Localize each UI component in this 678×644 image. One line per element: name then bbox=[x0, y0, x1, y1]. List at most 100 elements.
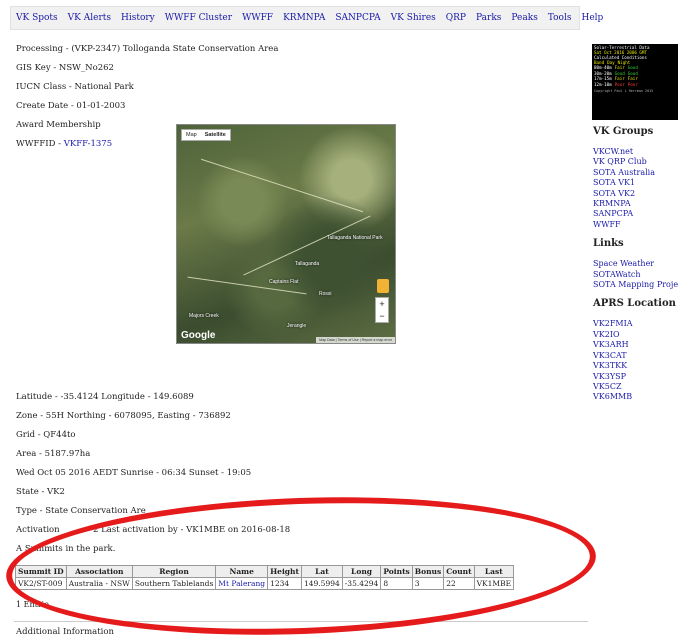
processing-line: Processing - (VKP-2347) Tolloganda State… bbox=[16, 44, 279, 54]
cell-region: Southern Tablelands bbox=[131, 577, 217, 590]
cell-last: VK1MBE bbox=[473, 577, 515, 590]
aprs-callsign-link[interactable]: VK2IO bbox=[593, 330, 620, 339]
group-link[interactable]: VKCW.net bbox=[593, 147, 633, 156]
group-link[interactable]: SANPCPA bbox=[593, 209, 633, 218]
cell-count: 22 bbox=[443, 577, 475, 590]
right-sidebar: VK Groups VKCW.net VK QRP Club SOTA Aust… bbox=[593, 126, 678, 411]
nav-krmnpa[interactable]: KRMNPA bbox=[283, 13, 325, 23]
activation-label: Activation bbox=[16, 525, 60, 535]
state-line: State - VK2 bbox=[16, 487, 65, 497]
vk-groups-heading: VK Groups bbox=[593, 126, 654, 137]
nav-parks[interactable]: Parks bbox=[476, 13, 501, 23]
group-link[interactable]: SOTA Australia bbox=[593, 168, 655, 177]
lat-long: Latitude - -35.4124 Longitude - 149.6089 bbox=[16, 392, 194, 402]
cell-lat: 149.5994 bbox=[300, 577, 343, 590]
activation-line: Activation 2 Last activation by - VK1MBE… bbox=[16, 521, 290, 540]
map-label: Jerangle bbox=[287, 323, 307, 329]
create-date: Create Date - 01-01-2003 bbox=[16, 101, 126, 111]
wwffid-link[interactable]: VKFF-1375 bbox=[64, 139, 112, 149]
gis-key: GIS Key - NSW_No262 bbox=[16, 63, 114, 73]
street-view-pegman-icon[interactable] bbox=[377, 279, 389, 293]
col-name: Name bbox=[215, 565, 269, 578]
solar-band: 12m-10m bbox=[594, 81, 612, 87]
col-lat: Lat bbox=[300, 565, 343, 578]
nav-qrp[interactable]: QRP bbox=[446, 13, 466, 23]
cell-long: -35.4294 bbox=[341, 577, 382, 590]
map-label: Majors Creek bbox=[189, 313, 219, 319]
links-heading: Links bbox=[593, 238, 624, 250]
col-region: Region bbox=[131, 565, 217, 578]
table-header-row: Summit ID Association Region Name Height… bbox=[15, 565, 515, 578]
cell-points: 8 bbox=[380, 577, 413, 590]
solar-footer: Copyright Paul L Herrman 2015 bbox=[594, 89, 654, 94]
aprs-callsign-link[interactable]: VK5CZ bbox=[593, 382, 622, 391]
col-association: Association bbox=[65, 565, 133, 578]
aprs-location-heading: APRS Location bbox=[593, 298, 676, 310]
cell-bonus: 3 bbox=[411, 577, 445, 590]
nav-peaks[interactable]: Peaks bbox=[511, 13, 537, 23]
map-label: Tallaganda National Park bbox=[327, 235, 383, 241]
nav-wwff-cluster[interactable]: WWFF Cluster bbox=[165, 13, 232, 23]
activation-detail: 2 Last activation by - VK1MBE on 2016-08… bbox=[93, 525, 291, 535]
nav-help[interactable]: Help bbox=[581, 13, 603, 23]
solar-terrestrial-widget[interactable]: Solar-Terrestrial Data Sat Oct 2016 2006… bbox=[592, 44, 678, 120]
aprs-callsign-link[interactable]: VK2FMIA bbox=[593, 319, 633, 328]
zoom-in-button[interactable]: + bbox=[376, 298, 388, 310]
aprs-callsign-link[interactable]: VK3ARH bbox=[593, 340, 629, 349]
park-map[interactable]: Map Satellite Tallaganda Tallaganda Nati… bbox=[176, 124, 396, 344]
divider bbox=[14, 621, 588, 622]
nav-tools[interactable]: Tools bbox=[548, 13, 572, 23]
aprs-callsign-link[interactable]: VK3YSP bbox=[593, 372, 626, 381]
map-label: Rossi bbox=[319, 291, 332, 297]
cell-name: Mt Palerang bbox=[215, 577, 269, 590]
col-summit-id: Summit ID bbox=[15, 565, 67, 578]
map-attribution[interactable]: Map Data | Terms of Use | Report a map e… bbox=[316, 337, 395, 343]
zoom-out-button[interactable]: − bbox=[376, 310, 388, 322]
cell-height: 1234 bbox=[267, 577, 302, 590]
grid-line: Grid - QF44to bbox=[16, 430, 76, 440]
external-link[interactable]: SOTA Mapping Project bbox=[593, 280, 678, 289]
nav-wwff[interactable]: WWFF bbox=[242, 13, 273, 23]
google-logo: Google bbox=[181, 330, 216, 341]
summit-name-link[interactable]: Mt Palerang bbox=[218, 579, 265, 588]
area-line: Area - 5187.97ha bbox=[16, 449, 91, 459]
group-link[interactable]: SOTA VK2 bbox=[593, 189, 635, 198]
summits-table: Summit ID Association Region Name Height… bbox=[15, 565, 515, 590]
nav-vk-spots[interactable]: VK Spots bbox=[16, 13, 58, 23]
iucn-class: IUCN Class - National Park bbox=[16, 82, 134, 92]
col-long: Long bbox=[341, 565, 382, 578]
group-link[interactable]: KRMNPA bbox=[593, 199, 631, 208]
park-location-info: Latitude - -35.4124 Longitude - 149.6089… bbox=[16, 388, 290, 559]
col-count: Count bbox=[443, 565, 475, 578]
col-points: Points bbox=[380, 565, 413, 578]
aprs-callsign-link[interactable]: VK3CAT bbox=[593, 351, 627, 360]
sun-times: Wed Oct 05 2016 AEDT Sunrise - 06:34 Sun… bbox=[16, 468, 252, 478]
map-road bbox=[201, 158, 363, 213]
aprs-list: VK2FMIA VK2IO VK3ARH VK3CAT VK3TKK VK3YS… bbox=[593, 319, 678, 402]
top-nav: VK Spots VK Alerts History WWFF Cluster … bbox=[10, 6, 603, 30]
external-link[interactable]: SOTAWatch bbox=[593, 270, 641, 279]
zone-line: Zone - 55H Northing - 6078095, Easting -… bbox=[16, 411, 231, 421]
wwffid-label: WWFFID - bbox=[16, 139, 64, 149]
zoom-control: + − bbox=[375, 297, 389, 323]
satellite-button[interactable]: Satellite bbox=[201, 130, 230, 140]
col-last: Last bbox=[473, 565, 515, 578]
nav-vk-shires[interactable]: VK Shires bbox=[391, 13, 436, 23]
table-row: VK2/ST-009 Australia - NSW Southern Tabl… bbox=[15, 577, 515, 590]
vk-groups-list: VKCW.net VK QRP Club SOTA Australia SOTA… bbox=[593, 147, 678, 230]
aprs-callsign-link[interactable]: VK6MMB bbox=[593, 392, 632, 401]
nav-history[interactable]: History bbox=[121, 13, 155, 23]
nav-sanpcpa[interactable]: SANPCPA bbox=[335, 13, 380, 23]
aprs-callsign-link[interactable]: VK3TKK bbox=[593, 361, 627, 370]
map-button[interactable]: Map bbox=[182, 130, 201, 140]
group-link[interactable]: WWFF bbox=[593, 220, 621, 229]
external-link[interactable]: Space Weather bbox=[593, 259, 654, 268]
group-link[interactable]: VK QRP Club bbox=[593, 157, 647, 166]
cell-association: Australia - NSW bbox=[65, 577, 133, 590]
nav-vk-alerts[interactable]: VK Alerts bbox=[68, 13, 111, 23]
solar-night: Poor bbox=[627, 81, 638, 87]
map-type-toggle: Map Satellite bbox=[181, 129, 231, 141]
group-link[interactable]: SOTA VK1 bbox=[593, 178, 635, 187]
entries-count: 1 Entrie bbox=[16, 600, 49, 609]
additional-information-heading: Additional Information bbox=[16, 627, 114, 637]
